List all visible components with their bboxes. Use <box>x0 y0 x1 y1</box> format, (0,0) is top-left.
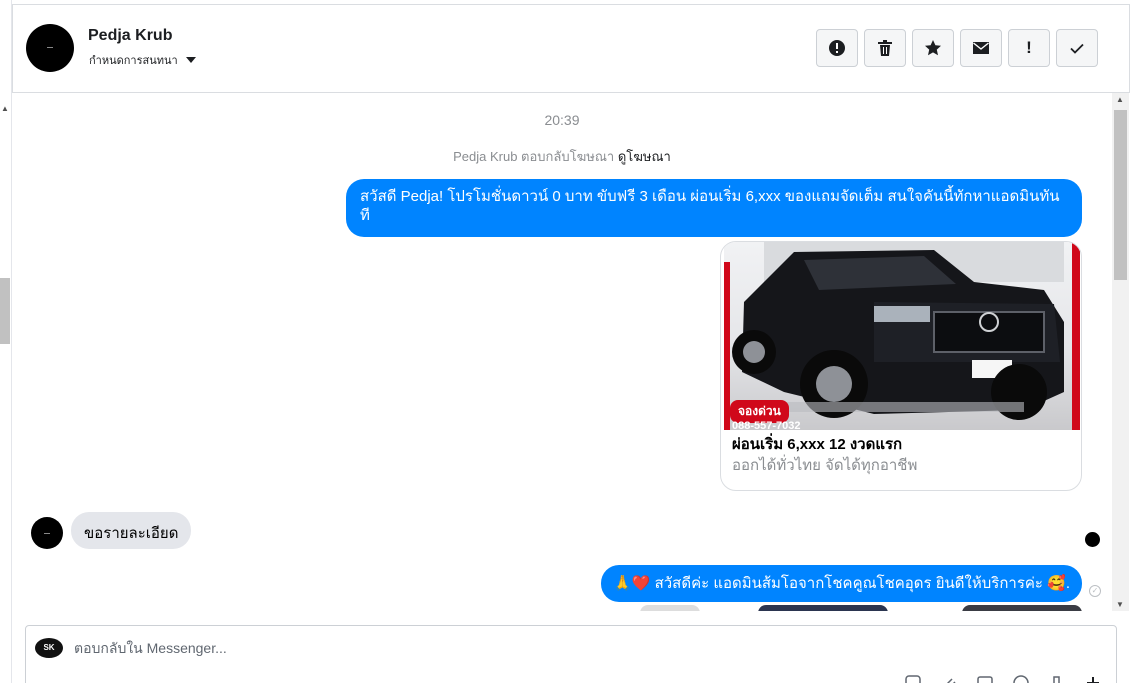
next-message-preview <box>632 605 1082 611</box>
alert-circle-icon <box>829 40 845 56</box>
incoming-message[interactable]: ขอรายละเอียด <box>71 512 192 549</box>
more-options-icon[interactable] <box>1084 674 1102 683</box>
preview-segment <box>758 605 888 611</box>
inbox-conversation: ▲ Pedja Krub กำหนดการสนทนา ! 20:39 Pedja… <box>0 0 1136 683</box>
star-icon <box>925 40 941 56</box>
envelope-icon <box>973 42 989 54</box>
page-scrollbar[interactable]: ▲ <box>0 0 12 683</box>
preview-segment <box>640 605 700 611</box>
page-scroll-thumb[interactable] <box>0 278 10 344</box>
outgoing-message[interactable]: สวัสดี Pedja! โปรโมชั่นดาวน์ 0 บาท ขับฟร… <box>346 179 1082 237</box>
trash-icon <box>878 40 892 56</box>
conversation-toolbar: ! <box>816 29 1098 67</box>
template-icon[interactable] <box>976 674 994 683</box>
check-icon <box>1070 43 1084 54</box>
thread-scroll-thumb[interactable] <box>1114 110 1127 280</box>
saved-reply-icon[interactable] <box>904 674 922 683</box>
preview-segment <box>962 605 1082 611</box>
message-timestamp: 20:39 <box>544 112 580 128</box>
assign-conversation-dropdown[interactable]: กำหนดการสนทนา <box>89 51 196 69</box>
scroll-down-arrow-icon[interactable]: ▼ <box>1116 600 1124 609</box>
contact-avatar[interactable] <box>26 24 74 72</box>
ad-card-image[interactable]: จองด่วน 088-557-7032 <box>724 242 1080 430</box>
assign-label: กำหนดการสนทนา <box>89 55 178 67</box>
reply-composer: SK <box>25 625 1117 683</box>
outgoing-message[interactable]: 🙏❤️ สวัสดีค่ะ แอดมินส้มโอจากโชคคูณโชคอุด… <box>601 565 1082 602</box>
conversation-header: Pedja Krub กำหนดการสนทนา ! <box>12 4 1130 93</box>
page-avatar: SK <box>35 638 63 658</box>
caret-down-icon <box>185 57 196 63</box>
contact-name[interactable]: Pedja Krub <box>88 27 172 45</box>
follow-up-button[interactable]: ! <box>1008 29 1050 67</box>
scroll-up-arrow-icon[interactable]: ▲ <box>1116 95 1124 104</box>
like-icon[interactable] <box>1048 674 1066 683</box>
reply-input[interactable] <box>74 636 774 660</box>
composer-tools <box>904 674 1102 683</box>
ad-card-subtitle: ออกได้ทั่วไทย จัดได้ทุกอาชีพ <box>732 457 918 474</box>
ad-reply-notice: Pedja Krub ตอบกลับโฆษณา ดูโฆษณา <box>12 146 1112 167</box>
message-thread[interactable]: 20:39 Pedja Krub ตอบกลับโฆษณา ดูโฆษณา สว… <box>12 93 1112 611</box>
done-button[interactable] <box>1056 29 1098 67</box>
read-receipt-avatar <box>1085 532 1100 547</box>
mark-unread-button[interactable] <box>960 29 1002 67</box>
emoji-icon[interactable] <box>1012 674 1030 683</box>
view-ad-link[interactable]: ดูโฆษณา <box>618 149 671 164</box>
sent-check-icon: ✓ <box>1089 585 1101 597</box>
report-spam-button[interactable] <box>816 29 858 67</box>
ad-reply-text: Pedja Krub ตอบกลับโฆษณา <box>453 149 615 164</box>
scroll-up-arrow-icon[interactable]: ▲ <box>1 104 9 113</box>
ad-card[interactable]: จองด่วน 088-557-7032 ผ่อนเริ่ม 6,xxx 12 … <box>720 241 1082 491</box>
exclamation-icon: ! <box>1026 38 1032 57</box>
star-button[interactable] <box>912 29 954 67</box>
attachment-icon[interactable] <box>940 674 958 683</box>
contact-avatar-small[interactable] <box>31 517 63 549</box>
thread-scrollbar[interactable]: ▲ ▼ <box>1112 93 1129 611</box>
delete-button[interactable] <box>864 29 906 67</box>
promo-phone: 088-557-7032 <box>732 420 801 430</box>
